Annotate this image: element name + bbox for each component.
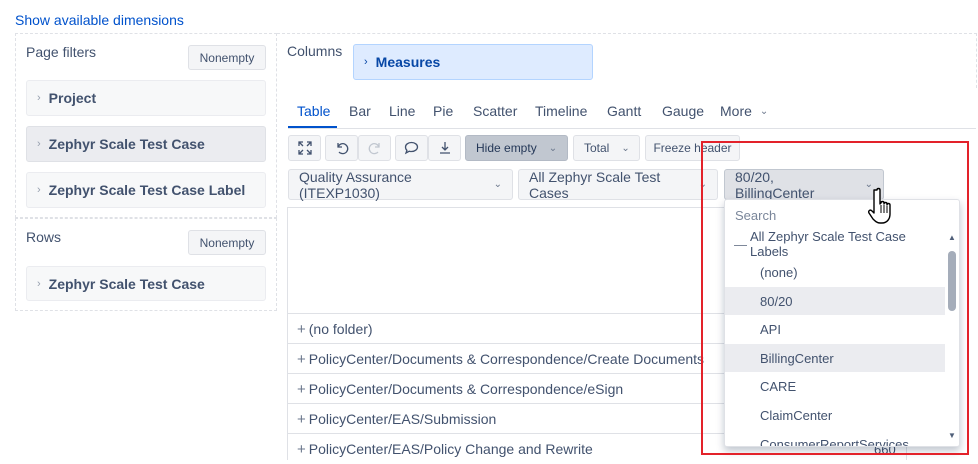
chevron-right-icon: ›	[364, 56, 368, 68]
fullscreen-button[interactable]	[288, 135, 321, 161]
dimension-project[interactable]: › Project	[26, 80, 266, 116]
total-label: Total	[584, 141, 610, 155]
expand-icon	[297, 141, 312, 155]
undo-button[interactable]	[325, 135, 358, 161]
rows-panel: Rows Nonempty › Zephyr Scale Test Case	[15, 218, 277, 311]
comment-button[interactable]	[395, 135, 428, 161]
chevron-right-icon: ›	[37, 92, 41, 104]
project-filter-value: Quality Assurance (ITEXP1030)	[299, 168, 412, 201]
total-button[interactable]: Total ⌄	[573, 135, 640, 161]
redo-icon	[368, 143, 380, 155]
chevron-right-icon: ›	[37, 277, 41, 290]
page-filters-nonempty-button[interactable]: Nonempty	[188, 45, 266, 70]
chevron-down-icon: ⌄	[493, 179, 502, 190]
tab-more-label: More	[720, 103, 752, 119]
highlight-annotation-box	[701, 141, 969, 455]
tab-bar[interactable]: Bar	[349, 103, 371, 119]
page-filters-title: Page filters	[26, 44, 97, 60]
redo-button[interactable]	[358, 135, 391, 161]
dimension-label: Zephyr Scale Test Case	[48, 275, 205, 292]
expand-plus-icon: +	[297, 320, 306, 338]
table-row-label: PolicyCenter/EAS/Policy Change and Rewri…	[308, 441, 593, 457]
page-filters-panel: Page filters Nonempty › Project › Zephyr…	[15, 33, 277, 218]
show-available-dimensions-link[interactable]: Show available dimensions	[15, 12, 184, 28]
dimension-zephyr-test-case[interactable]: › Zephyr Scale Test Case	[26, 126, 266, 162]
download-icon	[439, 142, 450, 154]
tab-gantt[interactable]: Gantt	[607, 103, 641, 119]
chevron-down-icon: ⌄	[759, 105, 769, 117]
measures-dimension[interactable]: › Measures	[353, 44, 593, 80]
tab-table[interactable]: Table	[297, 103, 330, 119]
expand-plus-icon: +	[297, 410, 306, 428]
table-row[interactable]: + PolicyCenter/Documents & Correspondenc…	[297, 374, 623, 404]
tab-more[interactable]: More ⌄	[720, 103, 768, 119]
rows-title: Rows	[26, 229, 62, 245]
table-row-label: PolicyCenter/Documents & Correspondence/…	[308, 351, 705, 367]
hide-empty-button[interactable]: Hide empty ⌄	[465, 135, 568, 161]
tab-line[interactable]: Line	[389, 103, 415, 119]
rows-nonempty-button[interactable]: Nonempty	[188, 230, 266, 255]
table-row[interactable]: + (no folder)	[297, 314, 373, 344]
hide-empty-label: Hide empty	[476, 141, 537, 155]
test-case-filter-select[interactable]: All Zephyr Scale Test Cases ⌄	[518, 168, 718, 201]
dimension-label: Project	[48, 90, 97, 106]
expand-plus-icon: +	[297, 380, 306, 398]
chevron-down-icon: ⌄	[621, 142, 630, 154]
table-row[interactable]: + PolicyCenter/EAS/Submission	[297, 404, 496, 434]
chevron-right-icon: ›	[37, 184, 41, 196]
columns-title: Columns	[287, 43, 343, 59]
export-button[interactable]	[428, 135, 461, 161]
table-row-label: PolicyCenter/Documents & Correspondence/…	[308, 381, 624, 397]
chevron-down-icon: ⌄	[548, 142, 558, 154]
dimension-label: Zephyr Scale Test Case Label	[48, 182, 246, 198]
table-row-label: PolicyCenter/EAS/Submission	[308, 411, 497, 427]
undo-icon	[336, 143, 348, 155]
row-dimension-zephyr-test-case[interactable]: › Zephyr Scale Test Case	[26, 266, 266, 301]
dimension-zephyr-test-case-label[interactable]: › Zephyr Scale Test Case Label	[26, 172, 266, 208]
table-row[interactable]: + PolicyCenter/Documents & Correspondenc…	[297, 344, 704, 374]
tab-gauge[interactable]: Gauge	[662, 103, 704, 119]
measures-label: Measures	[375, 54, 441, 70]
chevron-right-icon: ›	[37, 138, 41, 150]
project-filter-select[interactable]: Quality Assurance (ITEXP1030) ⌄	[288, 168, 513, 201]
table-row-label: (no folder)	[308, 321, 373, 337]
tab-timeline[interactable]: Timeline	[535, 103, 587, 119]
comment-icon	[404, 141, 419, 155]
tab-scatter[interactable]: Scatter	[473, 103, 517, 119]
tabs-divider	[288, 128, 976, 129]
test-case-filter-value: All Zephyr Scale Test Cases	[529, 168, 661, 201]
tab-pie[interactable]: Pie	[433, 103, 453, 119]
dimension-label: Zephyr Scale Test Case	[48, 136, 205, 152]
expand-plus-icon: +	[297, 350, 306, 368]
expand-plus-icon: +	[297, 440, 306, 458]
